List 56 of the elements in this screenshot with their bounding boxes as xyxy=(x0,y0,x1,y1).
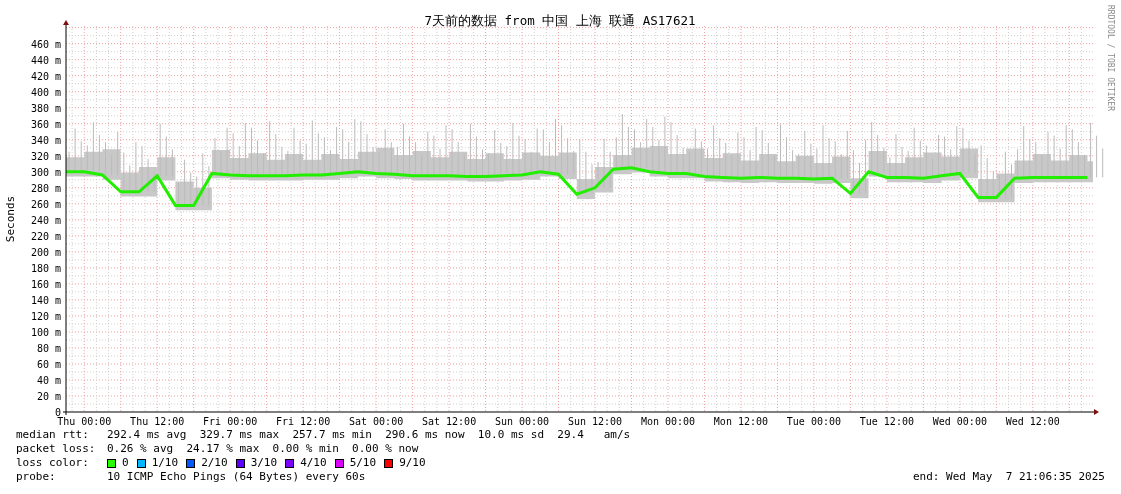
end-time: end: Wed May 7 21:06:35 2025 xyxy=(912,470,1105,484)
axis-label: 20 m xyxy=(36,391,61,402)
loss-level-label: 4/10 xyxy=(300,456,327,470)
loss-level-label: 2/10 xyxy=(201,456,228,470)
axis-label: 140 m xyxy=(30,294,61,306)
axis-label: 300 m xyxy=(30,166,61,178)
axis-label: Mon 12:00 xyxy=(713,416,769,427)
axis-label: Wed 12:00 xyxy=(1005,416,1060,427)
axis-label: Sun 12:00 xyxy=(567,416,623,427)
axis-label: 320 m xyxy=(30,150,61,162)
axis-label: 360 m xyxy=(30,118,61,130)
stat-label: probe: xyxy=(16,470,57,484)
axis-label: Sat 00:00 xyxy=(349,416,404,427)
axis-label: 380 m xyxy=(30,102,61,114)
axis-label: Sat 12:00 xyxy=(422,416,477,427)
axis-label: 40 m xyxy=(36,374,61,386)
axis-label: 420 m xyxy=(30,70,61,82)
chart-title: 7天前的数据 from 中国 上海 联通 AS17621 xyxy=(424,13,696,28)
loss-level-label: 9/10 xyxy=(399,456,426,470)
axis-label: 240 m xyxy=(30,214,61,226)
axis-label: Wed 00:00 xyxy=(932,416,987,427)
axis-label: Thu 12:00 xyxy=(130,416,185,427)
probe-text: 10 ICMP Echo Pings (64 Bytes) every 60s xyxy=(107,470,366,484)
axis-label: Sun 00:00 xyxy=(494,416,550,427)
axis-label: Tue 12:00 xyxy=(859,416,914,427)
axis-label: 180 m xyxy=(30,262,61,274)
stat-label: loss color: xyxy=(16,456,90,470)
axis-label: 340 m xyxy=(30,134,61,146)
axis-label: 160 m xyxy=(30,278,61,290)
axis-label: Tue 00:00 xyxy=(786,416,841,427)
axis-label: Fri 12:00 xyxy=(276,416,331,427)
axis-label: 80 m xyxy=(36,342,61,354)
axis-label: 0 xyxy=(54,407,61,418)
axis-label: 220 m xyxy=(30,230,61,242)
credit-text: RRDTOOL / TOBI OETIKER xyxy=(1106,5,1115,111)
axis-label: 460 m xyxy=(30,38,61,50)
loss-level-label: 3/10 xyxy=(250,456,278,470)
axis-label: 280 m xyxy=(30,182,61,194)
axis-label: 440 m xyxy=(30,54,61,66)
axis-label: 120 m xyxy=(30,310,61,322)
stat-values: 0.26 % avg 24.17 % max 0.00 % min 0.00 % now xyxy=(107,442,419,456)
stat-label: packet loss: xyxy=(16,442,97,456)
stat-values: 292.4 ms avg 329.7 ms max 257.7 ms min 290.6 ms now 10.0 ms sd 29.4 am/s xyxy=(107,428,631,442)
loss-level-label: 5/10 xyxy=(349,456,377,470)
loss-level-label: 0 xyxy=(122,456,129,470)
stat-label: median rtt: xyxy=(16,428,90,442)
axis-label: Fri 00:00 xyxy=(203,416,258,427)
axis-label: 260 m xyxy=(30,198,61,210)
axis-label: Thu 00:00 xyxy=(57,416,112,427)
loss-level-label: 1/10 xyxy=(151,456,179,470)
axis-label: Mon 00:00 xyxy=(640,416,696,427)
axis-label: 200 m xyxy=(30,246,61,258)
axis-label: 60 m xyxy=(36,358,61,370)
axis-title: Seconds xyxy=(4,195,17,243)
axis-label: 400 m xyxy=(30,86,61,98)
axis-label: 100 m xyxy=(30,326,61,338)
